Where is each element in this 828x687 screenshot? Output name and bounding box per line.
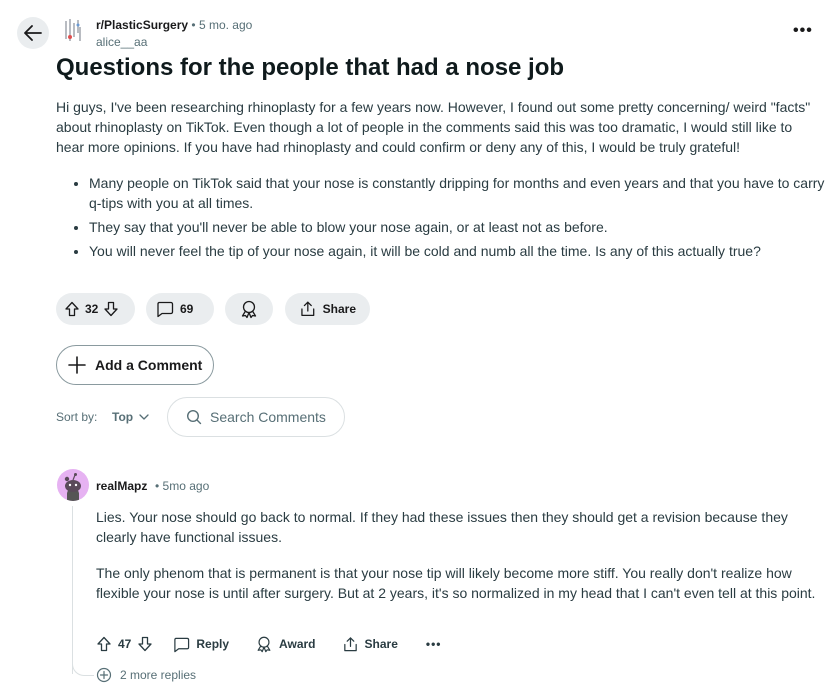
more-options-icon[interactable]: ••• bbox=[426, 637, 442, 651]
vote-control: 32 bbox=[56, 293, 135, 325]
post-bullet-list: Many people on TikTok said that your nos… bbox=[56, 173, 828, 265]
snoo-avatar-icon bbox=[64, 473, 81, 501]
chevron-down-icon bbox=[139, 414, 149, 420]
sort-label: Sort by: bbox=[56, 410, 98, 424]
comment-actions: 47 Reply Award Share ••• bbox=[96, 633, 441, 655]
comment-meta: • 5mo ago bbox=[155, 479, 209, 493]
comment-vote-control: 47 bbox=[96, 636, 153, 652]
award-icon bbox=[257, 636, 271, 653]
add-comment-label: Add a Comment bbox=[95, 357, 203, 373]
comment-count: 69 bbox=[180, 302, 194, 316]
upvote-icon[interactable] bbox=[64, 301, 80, 317]
more-replies-label: 2 more replies bbox=[120, 668, 197, 682]
post-meta: r/PlasticSurgery • 5 mo. ago bbox=[96, 18, 252, 32]
reply-button[interactable]: Reply bbox=[173, 636, 229, 653]
post-title: Questions for the people that had a nose… bbox=[56, 54, 565, 81]
sort-value: Top bbox=[112, 410, 134, 424]
comments-button[interactable]: 69 bbox=[146, 293, 214, 325]
list-item: You will never feel the tip of your nose… bbox=[89, 241, 828, 261]
share-icon bbox=[343, 636, 357, 651]
post-score: 32 bbox=[85, 302, 99, 316]
list-item: They say that you'll never be able to bl… bbox=[89, 217, 828, 237]
thread-line[interactable] bbox=[72, 506, 73, 674]
subreddit-link[interactable]: r/PlasticSurgery bbox=[96, 18, 188, 32]
search-icon bbox=[186, 409, 202, 425]
plus-icon bbox=[68, 356, 86, 374]
share-icon bbox=[301, 301, 315, 317]
avatar[interactable] bbox=[57, 469, 89, 501]
comment-paragraph: The only phenom that is permanent is tha… bbox=[96, 565, 816, 601]
share-button[interactable]: Share bbox=[342, 636, 398, 653]
comment-icon bbox=[157, 301, 174, 318]
post-author[interactable]: alice__aa bbox=[96, 35, 147, 49]
search-placeholder: Search Comments bbox=[210, 409, 326, 425]
downvote-icon[interactable] bbox=[103, 301, 119, 317]
sort-dropdown[interactable]: Top bbox=[112, 410, 149, 424]
share-button[interactable]: Share bbox=[285, 293, 370, 325]
meta-separator: • bbox=[191, 18, 196, 32]
award-button[interactable] bbox=[225, 293, 273, 325]
subreddit-icon[interactable] bbox=[62, 17, 84, 43]
comment-paragraph: Lies. Your nose should go back to normal… bbox=[96, 509, 788, 545]
comment-score: 47 bbox=[118, 637, 132, 651]
more-options-icon[interactable]: ••• bbox=[793, 22, 813, 40]
share-label: Share bbox=[322, 302, 356, 316]
comment-author[interactable]: realMapz bbox=[96, 479, 147, 493]
post-body: Hi guys, I've been researching rhinoplas… bbox=[56, 99, 811, 155]
upvote-icon[interactable] bbox=[96, 636, 112, 652]
post-age: 5 mo. ago bbox=[198, 18, 253, 32]
search-comments-input[interactable]: Search Comments bbox=[167, 397, 345, 437]
list-item: Many people on TikTok said that your nos… bbox=[89, 173, 828, 213]
award-button[interactable]: Award bbox=[255, 635, 316, 653]
more-replies-button[interactable]: 2 more replies bbox=[96, 667, 196, 683]
add-comment-button[interactable]: Add a Comment bbox=[56, 345, 214, 385]
arrow-left-icon bbox=[24, 25, 42, 41]
award-icon bbox=[241, 300, 257, 319]
plus-circle-icon bbox=[96, 667, 112, 683]
comment-icon bbox=[174, 637, 190, 652]
downvote-icon[interactable] bbox=[137, 636, 153, 652]
comment-age: 5mo ago bbox=[162, 479, 210, 493]
back-button[interactable] bbox=[17, 17, 49, 49]
thread-connector bbox=[72, 660, 94, 676]
award-label: Award bbox=[279, 637, 316, 651]
meta-separator: • bbox=[155, 479, 160, 493]
reply-label: Reply bbox=[196, 637, 230, 651]
share-label: Share bbox=[364, 637, 398, 651]
